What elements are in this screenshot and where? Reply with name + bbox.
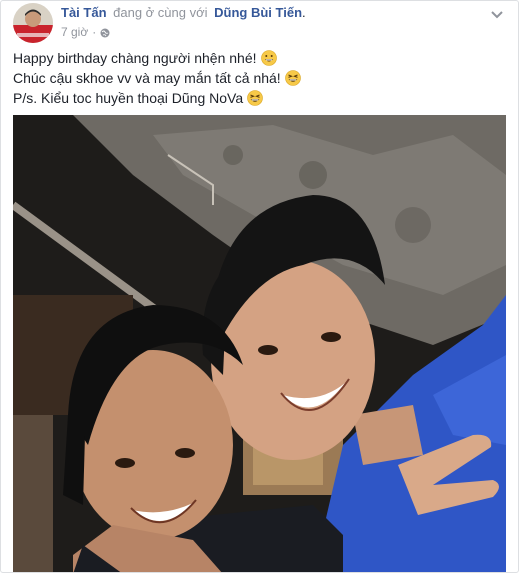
message-line: P/s. Kiểu toc huyền thoại Dũng NoVa bbox=[13, 88, 506, 108]
post-time[interactable]: 7 giờ bbox=[61, 25, 88, 39]
grin-emoji-icon bbox=[260, 50, 277, 66]
with-text: đang ở cùng với bbox=[113, 5, 208, 20]
message-line-text: Chúc cậu skhoe vv và may mắn tất cả nhá! bbox=[13, 70, 281, 86]
post-card: Tài Tấn đang ở cùng với Dũng Bùi Tiến. 7… bbox=[0, 0, 519, 573]
header-line: Tài Tấn đang ở cùng với Dũng Bùi Tiến. bbox=[61, 5, 478, 21]
author-avatar[interactable] bbox=[13, 3, 53, 43]
message-line-text: Happy birthday chàng người nhện nhé! bbox=[13, 50, 257, 66]
author-name[interactable]: Tài Tấn bbox=[61, 5, 107, 20]
header-text: Tài Tấn đang ở cùng với Dũng Bùi Tiến. 7… bbox=[61, 5, 478, 39]
post-message: Happy birthday chàng người nhện nhé! Chú… bbox=[13, 48, 506, 108]
message-line: Happy birthday chàng người nhện nhé! bbox=[13, 48, 506, 68]
meta-dot: · bbox=[92, 25, 97, 39]
message-line: Chúc cậu skhoe vv và may mắn tất cả nhá! bbox=[13, 68, 506, 88]
post-header: Tài Tấn đang ở cùng với Dũng Bùi Tiến. 7… bbox=[13, 3, 508, 43]
post-photo[interactable] bbox=[13, 115, 506, 572]
message-line-text: P/s. Kiểu toc huyền thoại Dũng NoVa bbox=[13, 90, 244, 106]
tagged-friend-name[interactable]: Dũng Bùi Tiến bbox=[214, 5, 302, 20]
globe-icon[interactable] bbox=[100, 27, 110, 38]
laughing-emoji-icon bbox=[284, 70, 301, 86]
post-meta: 7 giờ · bbox=[61, 25, 478, 39]
period: . bbox=[302, 5, 306, 20]
chevron-down-icon[interactable] bbox=[490, 7, 504, 19]
laughing-emoji-icon bbox=[247, 90, 263, 106]
